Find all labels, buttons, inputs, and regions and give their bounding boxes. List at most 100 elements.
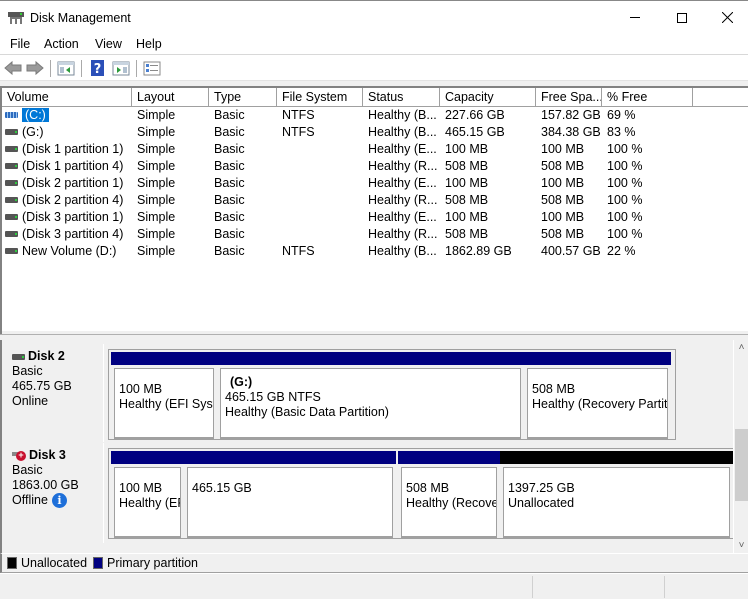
cell-type: Basic [214, 108, 245, 122]
primary-partition-bar [398, 451, 500, 464]
disk-name: Disk 3 [29, 448, 66, 462]
cell-layout: Simple [137, 159, 176, 173]
disk-state: Offline [12, 493, 48, 507]
cell-free-space: 508 MB [541, 227, 585, 241]
maximize-button[interactable] [659, 2, 705, 33]
help-icon[interactable]: ? [89, 60, 107, 76]
graphical-pane-scrollbar[interactable]: ˄ ˅ [733, 340, 748, 553]
cell-type: Basic [214, 176, 245, 190]
status-separator [532, 576, 533, 598]
legend-label: Unallocated [21, 556, 88, 570]
partition-block[interactable]: 508 MB Healthy (Recove [398, 451, 500, 538]
partition-details: 465.15 GB [187, 467, 393, 538]
column-header-percent-free[interactable]: % Free [602, 88, 693, 107]
cell-capacity: 465.15 GB [445, 125, 505, 139]
forward-arrow-icon[interactable] [26, 60, 44, 76]
close-button[interactable] [704, 2, 748, 33]
scroll-down-icon[interactable]: ˅ [734, 538, 748, 553]
volume-name: (Disk 2 partition 1) [22, 176, 124, 190]
cell-percent-free: 100 % [607, 210, 643, 224]
volume-row[interactable]: New Volume (D:) Simple Basic NTFS Healthy (B… [2, 243, 748, 260]
column-header-free-space[interactable]: Free Spa... [536, 88, 602, 107]
partition-size: 508 MB [406, 481, 450, 495]
disk-size: 465.75 GB [12, 379, 72, 393]
menu-action[interactable]: Action [44, 37, 79, 51]
disk-type: Basic [12, 364, 43, 378]
unallocated-space[interactable]: 1397.25 GB Unallocated [500, 451, 733, 538]
column-header-volume[interactable]: Volume [2, 88, 132, 107]
partition-details: 508 MB Healthy (Recove [401, 467, 497, 538]
partition-block[interactable]: 465.15 GB [184, 451, 396, 538]
cell-layout: Simple [137, 176, 176, 190]
volume-row[interactable]: (Disk 3 partition 4) Simple Basic Healthy (… [2, 226, 748, 243]
cell-percent-free: 100 % [607, 193, 643, 207]
menu-view[interactable]: View [95, 37, 122, 51]
disk-info-panel[interactable]: Disk 2 Basic 465.75 GB Online [4, 344, 104, 442]
cell-free-space: 100 MB [541, 176, 585, 190]
cell-capacity: 508 MB [445, 159, 489, 173]
cell-percent-free: 100 % [607, 176, 643, 190]
volume-row[interactable]: (Disk 1 partition 1) Simple Basic Healthy (… [2, 141, 748, 158]
toolbar: ? [0, 56, 748, 80]
menu-file[interactable]: File [10, 37, 30, 51]
cell-layout: Simple [137, 244, 176, 258]
volume-row[interactable]: (C:) Simple Basic NTFS Healthy (B... 227.66 G… [2, 107, 748, 124]
partition-block[interactable]: 508 MB Healthy (Recovery Partitio [524, 352, 671, 439]
volume-name: New Volume (D:) [22, 244, 117, 258]
cell-free-space: 400.57 GB [541, 244, 601, 258]
column-header-status[interactable]: Status [363, 88, 440, 107]
title-bar: Disk Management [0, 2, 748, 33]
legend-label: Primary partition [107, 556, 199, 570]
cell-capacity: 100 MB [445, 142, 489, 156]
primary-partition-bar [524, 352, 671, 365]
partition-details: 508 MB Healthy (Recovery Partitio [527, 368, 668, 439]
back-arrow-icon[interactable] [4, 60, 22, 76]
disk-management-window: Disk Management File Action View Help ? … [0, 0, 748, 599]
volume-row[interactable]: (Disk 2 partition 1) Simple Basic Healthy (… [2, 175, 748, 192]
menu-bar: File Action View Help [0, 33, 748, 55]
volume-icon [5, 145, 18, 152]
disk-row-disk-3: Disk 3Basic1863.00 GBOfflinei100 MBHealt… [4, 443, 735, 543]
column-header-layout[interactable]: Layout [132, 88, 209, 107]
cell-capacity: 100 MB [445, 210, 489, 224]
partition-block[interactable]: (G:) 465.15 GB NTFS Healthy (Basic Data Pa… [217, 352, 524, 439]
cell-status: Healthy (E... [368, 210, 437, 224]
cell-volume: (Disk 3 partition 4) [2, 226, 132, 243]
partition-block[interactable]: 100 MB Healthy (EF [111, 451, 184, 538]
partition-size: 1397.25 GB [508, 481, 575, 495]
partition-block[interactable]: 100 MB Healthy (EFI Syste [111, 352, 217, 439]
volume-row[interactable]: (G:) Simple Basic NTFS Healthy (B... 465.15 G… [2, 124, 748, 141]
cell-capacity: 227.66 GB [445, 108, 505, 122]
column-header-type[interactable]: Type [209, 88, 277, 107]
info-icon[interactable]: i [51, 493, 67, 509]
minimize-button[interactable] [612, 2, 658, 33]
column-header-file-system[interactable]: File System [277, 88, 363, 107]
show-hide-console-tree-icon[interactable] [57, 60, 75, 76]
cell-type: Basic [214, 193, 245, 207]
partition-strip: 100 MB Healthy (EFI Syste (G:) 465.15 GB NT… [108, 349, 676, 440]
volume-icon [5, 230, 18, 237]
column-header-capacity[interactable]: Capacity [440, 88, 536, 107]
disk-offline-icon [12, 450, 26, 461]
cell-percent-free: 100 % [607, 159, 643, 173]
cell-status: Healthy (B... [368, 244, 437, 258]
partition-size: 508 MB [532, 382, 576, 396]
partition-details: (G:) 465.15 GB NTFS Healthy (Basic Data Pa… [220, 368, 521, 439]
show-hide-action-pane-icon[interactable] [112, 60, 130, 76]
properties-icon[interactable] [143, 60, 161, 76]
cell-status: Healthy (B... [368, 108, 437, 122]
partition-size: 100 MB [119, 382, 163, 396]
column-header-empty [693, 88, 748, 107]
disk-info-panel[interactable]: Disk 3Basic1863.00 GBOfflinei [4, 443, 104, 543]
volume-row[interactable]: (Disk 2 partition 4) Simple Basic Healthy (… [2, 192, 748, 209]
scroll-up-icon[interactable]: ˄ [734, 340, 748, 355]
menu-help[interactable]: Help [136, 37, 162, 51]
volume-row[interactable]: (Disk 3 partition 1) Simple Basic Healthy (… [2, 209, 748, 226]
cell-type: Basic [214, 210, 245, 224]
volume-row[interactable]: (Disk 1 partition 4) Simple Basic Healthy (… [2, 158, 748, 175]
legend-item-primary-partition: Primary partition [93, 556, 198, 570]
cell-file-system: NTFS [282, 125, 315, 139]
cell-layout: Simple [137, 193, 176, 207]
scrollbar-thumb[interactable] [735, 429, 748, 501]
cell-type: Basic [214, 244, 245, 258]
